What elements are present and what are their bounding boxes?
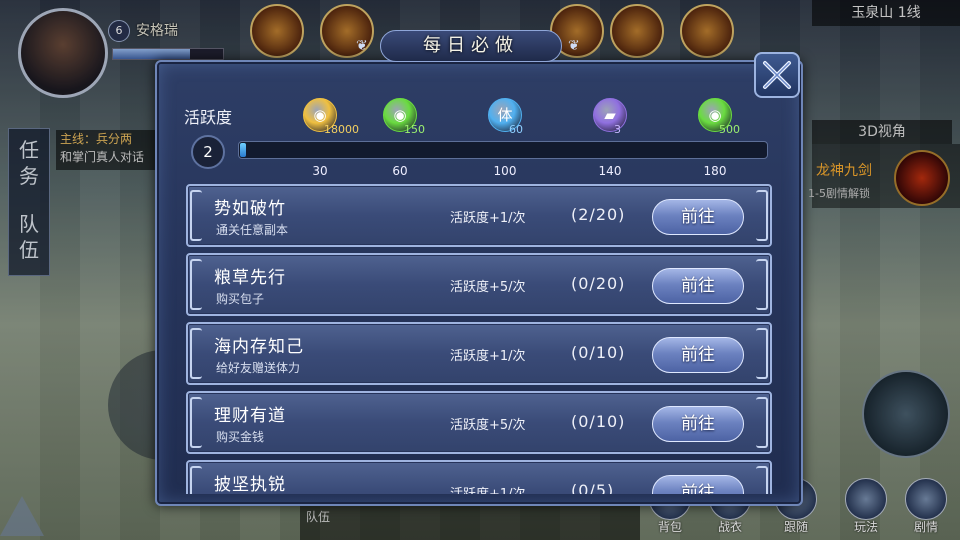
- task-activity-reward: 活跃度+1/次: [450, 483, 526, 494]
- milestone-label: 60: [392, 164, 408, 178]
- task-description: 购买金钱: [216, 430, 265, 444]
- milestone-reward[interactable]: 体 60: [487, 98, 523, 136]
- dialog-title: 每日必做: [380, 30, 562, 62]
- task-row: 披坚执锐 活跃度+1/次 (0/5) 前往: [186, 460, 772, 494]
- go-button[interactable]: 前往: [652, 199, 744, 235]
- reward-amount: 18000: [324, 123, 359, 136]
- milestone-label: 180: [703, 164, 727, 178]
- reward-amount: 3: [614, 123, 621, 136]
- task-activity-reward: 活跃度+5/次: [450, 280, 526, 295]
- scroll-ticket-icon: ▰: [593, 98, 627, 132]
- task-row: 势如破竹通关任意副本 活跃度+1/次 (2/20) 前往: [186, 184, 772, 247]
- milestone-reward[interactable]: ◉ 18000: [302, 98, 359, 136]
- activity-progress-fill: [240, 143, 246, 157]
- milestone-reward[interactable]: ◉ 150: [382, 98, 425, 136]
- reward-amount: 150: [404, 123, 425, 136]
- milestone-label: 100: [493, 164, 517, 178]
- task-row: 理财有道购买金钱 活跃度+5/次 (0/10) 前往: [186, 391, 772, 454]
- title-flourish-right-icon: ❦: [568, 38, 580, 54]
- task-activity-reward: 活跃度+1/次: [450, 211, 526, 226]
- close-button[interactable]: [754, 52, 800, 98]
- milestone-reward[interactable]: ◉ 500: [697, 98, 740, 136]
- go-button[interactable]: 前往: [652, 406, 744, 442]
- task-description: 给好友赠送体力: [216, 361, 301, 375]
- task-progress: (0/10): [571, 412, 626, 431]
- task-name: 粮草先行: [214, 268, 286, 288]
- milestone-label: 30: [312, 164, 328, 178]
- task-activity-reward: 活跃度+5/次: [450, 418, 526, 433]
- go-button[interactable]: 前往: [652, 475, 744, 494]
- milestone-label: 140: [598, 164, 622, 178]
- milestone-reward[interactable]: ▰ 3: [592, 98, 628, 136]
- activity-label: 活跃度: [184, 108, 233, 127]
- reward-amount: 500: [719, 123, 740, 136]
- task-progress: (0/20): [571, 274, 626, 293]
- task-progress: (2/20): [571, 205, 626, 224]
- activity-current-value: 2: [191, 135, 225, 169]
- task-name: 披坚执锐: [214, 475, 286, 494]
- task-progress: (0/5): [571, 481, 615, 494]
- go-button[interactable]: 前往: [652, 337, 744, 373]
- go-button[interactable]: 前往: [652, 268, 744, 304]
- task-description: 通关任意副本: [216, 223, 289, 237]
- task-list[interactable]: 势如破竹 通关任意副本 活跃度+1/次 (2/20) 前往 粮草先行 购买包子 活跃度+5/次…: [186, 184, 772, 494]
- crossed-swords-close-icon: [763, 61, 791, 89]
- activity-progress-bar: [238, 141, 768, 159]
- task-row: 海内存知己给好友赠送体力 活跃度+1/次 (0/10) 前往: [186, 322, 772, 385]
- task-description: 购买包子: [216, 292, 265, 306]
- title-flourish-left-icon: ❦: [356, 38, 368, 54]
- task-row: 粮草先行购买包子 活跃度+5/次 (0/20) 前往: [186, 253, 772, 316]
- task-progress: (0/10): [571, 343, 626, 362]
- task-name: 理财有道: [214, 406, 286, 426]
- reward-amount: 60: [509, 123, 523, 136]
- task-name: 海内存知己: [214, 337, 304, 357]
- task-name: 势如破竹: [214, 199, 286, 219]
- task-activity-reward: 活跃度+1/次: [450, 349, 526, 364]
